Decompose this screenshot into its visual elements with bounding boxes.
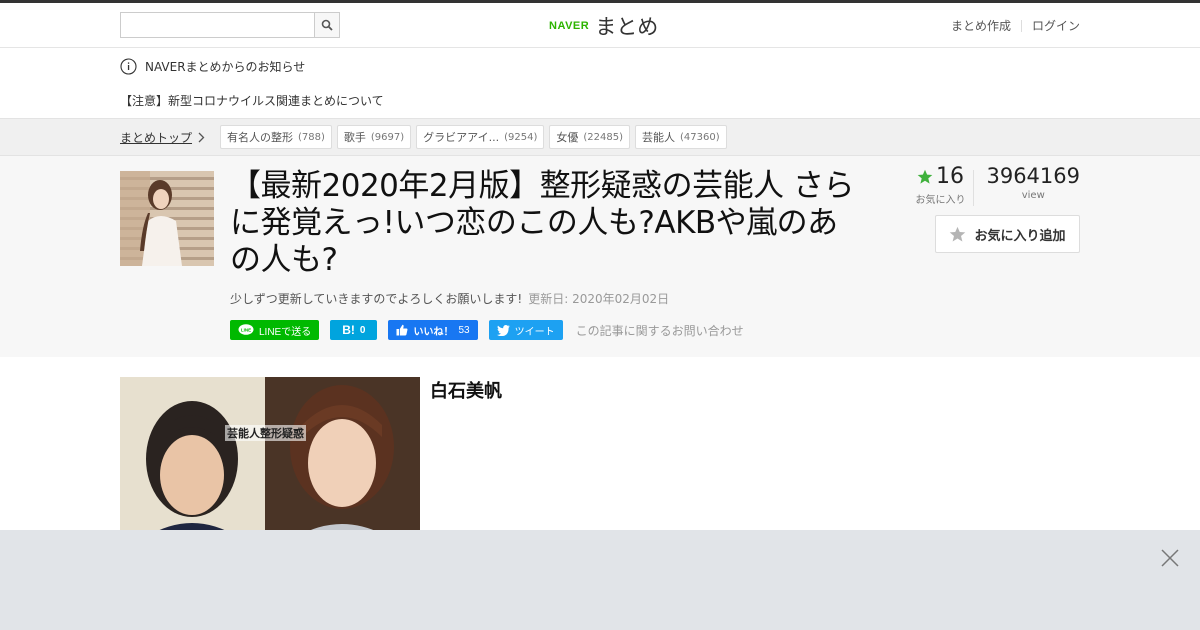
article-thumbnail[interactable] (120, 171, 214, 266)
notice-heading-text: NAVERまとめからのお知らせ (145, 60, 306, 74)
search-icon (321, 19, 333, 31)
site-logo[interactable]: NAVER まとめ (549, 11, 658, 41)
tag-count: (22485) (583, 131, 623, 143)
category-tag[interactable]: 芸能人 (47360) (635, 125, 727, 149)
twitter-icon (496, 324, 510, 336)
views-stat: 3964169 view (986, 164, 1080, 201)
add-favorite-label: お気に入り追加 (974, 228, 1066, 244)
top-links: まとめ作成 ログイン (951, 17, 1080, 34)
category-tag[interactable]: 有名人の整形 (788) (220, 125, 332, 149)
stats-divider (973, 170, 975, 206)
favorites-count: 16 (935, 164, 964, 189)
hatena-icon: B! (342, 323, 355, 337)
tag-label: 女優 (556, 131, 579, 144)
comparison-photo[interactable]: 芸能人整形疑惑 (120, 377, 420, 537)
tag-count: (47360) (680, 131, 720, 143)
share-buttons: LINE LINEで送る B! 0 いいね！ 53 ツイート この記事に関するお… (230, 320, 744, 340)
tag-label: 歌手 (343, 131, 366, 144)
thumbnail-image (120, 171, 214, 266)
inquiry-link[interactable]: この記事に関するお問い合わせ (576, 322, 744, 339)
favorites-stat: 16 お気に入り (907, 164, 973, 206)
breadcrumb-top-link[interactable]: まとめトップ (120, 129, 205, 146)
facebook-like-label: いいね！ (413, 326, 454, 338)
category-tag[interactable]: 女優 (22485) (549, 125, 630, 149)
star-icon (917, 169, 933, 184)
tweet-button[interactable]: ツイート (488, 320, 563, 340)
notice-link[interactable]: 【注意】新型コロナウイルス関連まとめについて (120, 92, 384, 109)
tag-count: (9254) (504, 131, 538, 143)
facebook-like-button[interactable]: いいね！ 53 (388, 320, 478, 340)
create-matome-link[interactable]: まとめ作成 (951, 17, 1011, 34)
line-share-button[interactable]: LINE LINEで送る (230, 320, 320, 340)
article-header: 【最新2020年2月版】整形疑惑の芸能人 さらに発覚えっ!いつ恋のこの人も?AK… (0, 156, 1200, 357)
line-icon: LINE (238, 324, 254, 335)
top-bar: NAVER まとめ まとめ作成 ログイン (0, 0, 1200, 48)
tag-count: (788) (298, 131, 325, 143)
views-count: 3964169 (986, 164, 1080, 188)
hatena-count: 0 (359, 324, 366, 336)
search-input[interactable] (121, 13, 314, 37)
breadcrumb-top-label: まとめトップ (120, 131, 193, 145)
category-tag[interactable]: 歌手 (9697) (336, 125, 412, 149)
hatena-bookmark-button[interactable]: B! 0 (330, 320, 378, 340)
close-icon[interactable] (1160, 548, 1180, 568)
tag-label: グラビアアイ... (423, 131, 500, 144)
views-label: view (1021, 190, 1045, 201)
notice-heading: NAVERまとめからのお知らせ (120, 58, 305, 75)
line-share-label: LINEで送る (259, 326, 312, 338)
search-button[interactable] (314, 13, 339, 37)
facebook-like-count: 53 (458, 324, 470, 336)
star-icon (950, 226, 966, 242)
comparison-image (120, 377, 420, 537)
logo-name: まとめ (595, 15, 659, 39)
favorites-label: お気に入り (915, 195, 966, 206)
tag-label: 有名人の整形 (227, 131, 293, 144)
updated-date: 更新日: 2020年02月02日 (528, 292, 670, 306)
description-text: 少しずつ更新していきますのでよろしくお願いします! (230, 292, 523, 306)
article-title: 【最新2020年2月版】整形疑惑の芸能人 さらに発覚えっ!いつ恋のこの人も?AK… (230, 168, 854, 278)
tag-label: 芸能人 (642, 131, 675, 144)
chevron-right-icon (198, 132, 205, 143)
add-favorite-button[interactable]: お気に入り追加 (935, 215, 1080, 253)
search-box (120, 12, 340, 38)
tweet-label: ツイート (514, 326, 555, 338)
article-description: 少しずつ更新していきますのでよろしくお願いします! 更新日: 2020年02月02… (230, 290, 669, 307)
category-tag[interactable]: グラビアアイ... (9254) (416, 125, 545, 149)
tag-count: (9697) (370, 131, 405, 143)
info-icon (120, 58, 137, 75)
notice-area: NAVERまとめからのお知らせ 【注意】新型コロナウイルス関連まとめについて (0, 48, 1200, 118)
divider (1020, 19, 1022, 32)
item-heading: 白石美帆 (430, 381, 502, 402)
login-link[interactable]: ログイン (1032, 17, 1080, 34)
logo-brand: NAVER (549, 20, 590, 32)
facebook-like-icon (396, 324, 408, 336)
ad-banner (0, 530, 1200, 630)
category-tags: 有名人の整形 (788) 歌手 (9697) グラビアアイ... (9254) 女優 (… (220, 125, 727, 149)
photo-caption: 芸能人整形疑惑 (225, 425, 306, 441)
article-stats: 16 お気に入り 3964169 view (907, 164, 1080, 206)
svg-text:LINE: LINE (241, 327, 251, 332)
breadcrumb: まとめトップ 有名人の整形 (788) 歌手 (9697) グラビアアイ... (92… (0, 118, 1200, 156)
